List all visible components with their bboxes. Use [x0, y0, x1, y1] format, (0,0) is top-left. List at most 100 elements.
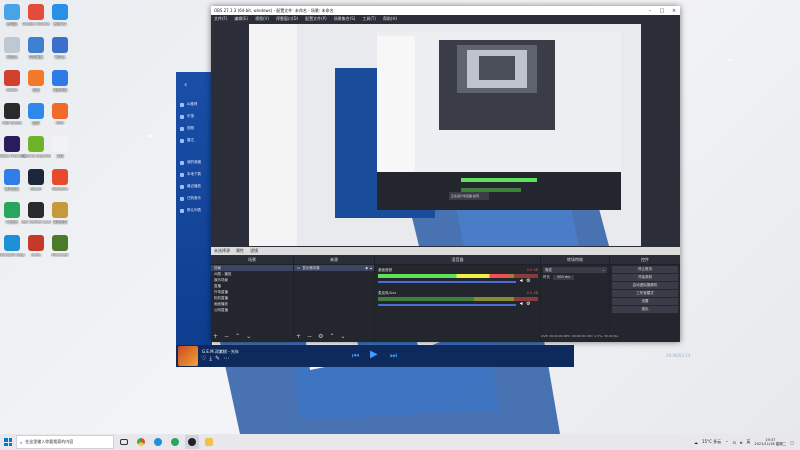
eye-icon[interactable]: ◉ [365, 266, 368, 270]
stop-streaming-button[interactable]: 停止推流 [612, 266, 678, 273]
qq-music-icon[interactable] [168, 435, 182, 449]
notification-icon[interactable]: ▢ [790, 440, 794, 445]
player-nav-item[interactable]: 视频 [180, 126, 210, 131]
desktop-icon[interactable]: WeGame [48, 169, 72, 191]
player-nav-item[interactable]: 默认列表 [180, 208, 210, 213]
obs-menubar: 文件(F) 编辑(E) 视图(V) 停靠窗口(D) 配置文件(P) 场景集合(S… [211, 15, 680, 23]
menu-scene-collection[interactable]: 场景集合(S) [334, 16, 356, 22]
chevron-down-icon[interactable]: ⌄ [246, 333, 251, 340]
desktop-icon[interactable]: 百度网盘 [48, 70, 72, 93]
close-icon[interactable]: × [668, 8, 680, 14]
heart-icon[interactable]: ♡ [201, 355, 206, 363]
task-view-icon[interactable] [117, 435, 131, 449]
minimize-icon[interactable]: – [644, 8, 656, 14]
player-nav-item[interactable]: 本地下载 [180, 172, 210, 177]
menu-file[interactable]: 文件(F) [214, 16, 227, 22]
desktop-icon[interactable]: 腾讯QQ [48, 4, 72, 27]
desktop-icon[interactable]: Minecraft [48, 235, 72, 257]
volume-slider[interactable] [378, 304, 516, 306]
player-nav-label: AI推荐 [187, 102, 198, 106]
ime-indicator[interactable]: 英 [746, 439, 750, 445]
menu-tools[interactable]: 工具(T) [362, 16, 376, 22]
maximize-icon[interactable]: □ [656, 8, 668, 14]
menu-docks[interactable]: 停靠窗口(D) [276, 16, 298, 22]
desktop-icon[interactable]: WPS [48, 103, 72, 125]
chevron-down-icon[interactable]: ⌄ [340, 333, 345, 340]
start-virtual-camera-button[interactable]: 启动虚拟摄像机 [612, 282, 678, 289]
player-nav-item[interactable]: 乐馆 [180, 114, 210, 119]
player-nav-item[interactable]: 已购音乐 [180, 196, 210, 201]
download-icon[interactable]: ⤓ [209, 355, 212, 363]
app-icon [4, 70, 20, 86]
obs-footer-status: LIVE: 00:00:00 REC: 00:00:00 CPU: 1.5%, … [541, 334, 619, 338]
nested-icon-column [249, 24, 297, 246]
player-nav-item[interactable]: AI推荐 [180, 102, 210, 107]
start-button[interactable] [0, 434, 16, 450]
weather-icon[interactable]: ☁ [694, 440, 698, 445]
obs-preview[interactable]: 正在运行中直播-如何 [249, 24, 641, 246]
app-icon [4, 4, 20, 20]
menu-view[interactable]: 视图(V) [255, 16, 269, 22]
chevron-up-icon[interactable]: ⌃ [235, 333, 240, 340]
app-icon [28, 37, 44, 53]
remove-source-icon[interactable]: − [307, 333, 312, 340]
previous-track-icon[interactable]: ⏮ [352, 351, 359, 361]
nav-icon [180, 196, 184, 201]
next-track-icon[interactable]: ⏭ [390, 351, 397, 361]
mixer-channel-name: 桌面音频 [378, 268, 392, 272]
app-icon [4, 169, 20, 185]
play-icon[interactable]: ▶ [370, 349, 378, 360]
settings-button[interactable]: 设置 [612, 298, 678, 305]
chevron-up-icon[interactable]: ⌃ [725, 440, 728, 445]
desktop-icon[interactable]: 网易云 [48, 37, 72, 60]
menu-edit[interactable]: 编辑(E) [234, 16, 248, 22]
mixer-channel-value: 0.0 dB [526, 291, 538, 295]
comment-icon[interactable]: ✎ [215, 355, 220, 363]
gear-icon[interactable]: ⚙ [526, 301, 530, 307]
start-recording-button[interactable]: 开始录制 [612, 274, 678, 281]
album-cover[interactable] [178, 346, 198, 366]
network-icon[interactable]: ⊡ [733, 440, 736, 445]
files-icon[interactable] [202, 435, 216, 449]
add-source-icon[interactable]: + [296, 333, 301, 340]
studio-mode-button[interactable]: 工作室模式 [612, 290, 678, 297]
audio-mixer: 桌面音频 0.0 dB 🔊︎ ⚙ 麦克风/Aux 0.0 dB 🔊︎ ⚙ [375, 265, 540, 342]
clock[interactable]: 19:37 2021/11/16 星期二 [754, 438, 786, 447]
chevron-left-icon[interactable]: ‹ [184, 80, 187, 89]
volume-slider[interactable] [378, 281, 516, 283]
scene-item[interactable]: 公网直播 [211, 307, 293, 313]
source-item[interactable]: ▭ 显示器采集 ◉ 🔒︎ [294, 265, 374, 271]
nested-obs-capture-2: 正在运行中直播-如何 [377, 32, 621, 210]
exit-button[interactable]: 退出 [612, 306, 678, 313]
add-scene-icon[interactable]: + [213, 333, 218, 340]
filters-button[interactable]: 滤镜 [250, 248, 258, 254]
chevron-up-icon[interactable]: ⌃ [329, 333, 334, 340]
obs-icon[interactable] [185, 435, 199, 449]
more-icon[interactable]: ⋯ [223, 355, 229, 363]
app-icon [28, 136, 44, 152]
volume-icon[interactable]: 🔊︎ [740, 440, 743, 445]
remove-scene-icon[interactable]: − [224, 333, 229, 340]
player-nav-item[interactable]: 雷达 [180, 138, 210, 143]
menu-help[interactable]: 帮助(H) [383, 16, 397, 22]
speaker-icon[interactable]: 🔊︎ [520, 301, 523, 307]
edge-icon[interactable] [151, 435, 165, 449]
lock-icon[interactable]: 🔒︎ [370, 266, 372, 270]
menu-profile[interactable]: 配置文件(P) [305, 16, 327, 22]
properties-button[interactable]: 属性 [236, 248, 244, 254]
desktop-icon[interactable]: 英雄联盟 [48, 202, 72, 225]
duration-input[interactable]: 300 ms [553, 275, 575, 280]
gear-icon[interactable]: ⚙ [318, 333, 323, 340]
chrome-icon[interactable] [134, 435, 148, 449]
app-icon [28, 235, 44, 251]
desktop-icon[interactable]: 文档 [48, 136, 72, 159]
taskbar-search[interactable]: ⌕ 在这里输入你要搜索的内容 [16, 435, 114, 449]
gear-icon[interactable]: ⚙ [526, 278, 530, 284]
music-player-bar: G.E.M.邓紫棋 - 光年 ♡ ⤓ ✎ ⋯ ⏮ ▶ ⏭ 00:00/03:14 [176, 345, 690, 367]
speaker-icon[interactable]: 🔊︎ [520, 278, 523, 284]
transition-select[interactable]: 渐变 ⌄ [543, 267, 607, 273]
player-nav-item[interactable]: 我的收藏 [180, 160, 210, 165]
weather-text[interactable]: 15°C 多云 [702, 439, 721, 445]
desktop-icon-label: 腾讯QQ [53, 22, 67, 26]
player-nav-item[interactable]: 最近播放 [180, 184, 210, 189]
